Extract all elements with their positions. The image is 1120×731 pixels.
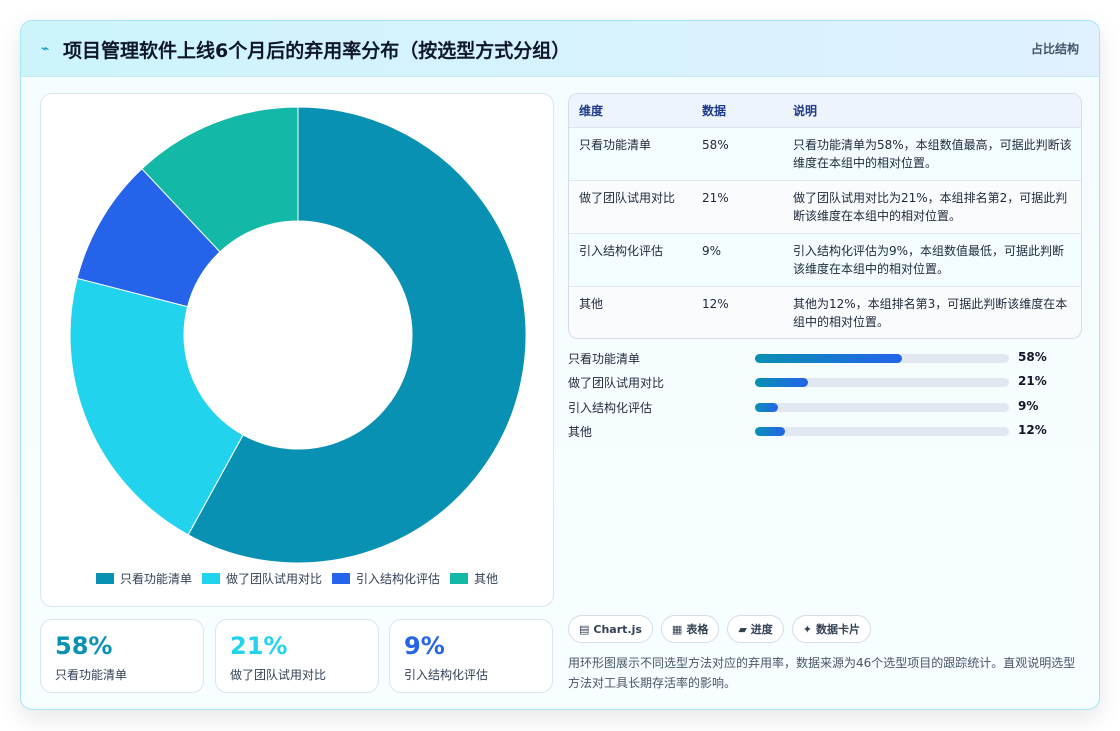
- chip-label: 表格: [686, 623, 709, 636]
- progress-fill-3: [755, 427, 786, 436]
- legend-item-0[interactable]: 只看功能清单: [95, 570, 192, 587]
- progress-row-3: 其他 12%: [568, 421, 1088, 441]
- table-row: 做了团队试用对比 21% 做了团队试用对比为21%，本组排名第2，可据此判断该维…: [569, 181, 1081, 234]
- legend-swatch-3: [450, 572, 469, 584]
- legend-swatch-0: [95, 572, 114, 584]
- progress-label-1: 做了团队试用对比: [568, 376, 665, 390]
- progress-label-3: 其他: [568, 425, 593, 439]
- table-cell-data: 9%: [702, 244, 722, 258]
- donut-chart-panel: 只看功能清单 做了团队试用对比 引入结构化评估 其他: [40, 93, 554, 607]
- table-cell-desc: 做了团队试用对比为21%，本组排名第2，可据此判断该维度在本组中的相对位置。: [793, 191, 1068, 223]
- legend-label-1: 做了团队试用对比: [225, 571, 322, 586]
- stat-label-0: 只看功能清单: [55, 668, 128, 682]
- stat-card-2: 9% 引入结构化评估: [389, 619, 553, 693]
- page-title: 项目管理软件上线6个月后的弃用率分布（按选型方式分组）: [63, 40, 571, 62]
- table-header-desc: 说明: [793, 104, 818, 118]
- progress-value-1: 21%: [1018, 374, 1047, 388]
- table-cell-dim: 只看功能清单: [579, 138, 652, 152]
- progress-fill-1: [755, 378, 809, 387]
- progress-fill-2: [755, 403, 778, 412]
- chip-label: 进度: [750, 623, 773, 636]
- header: ⌁ 项目管理软件上线6个月后的弃用率分布（按选型方式分组） 占比结构: [21, 21, 1099, 77]
- chip-data-card[interactable]: ✦ 数据卡片: [791, 615, 872, 643]
- tech-chips: ▤ Chart.js ▦ 表格 ▰ 进度 ✦ 数据卡片: [568, 615, 872, 643]
- chart-legend: 只看功能清单 做了团队试用对比 引入结构化评估 其他: [41, 568, 553, 588]
- chip-chartjs[interactable]: ▤ Chart.js: [568, 615, 653, 643]
- table-cell-desc: 只看功能清单为58%，本组数值最高，可据此判断该维度在本组中的相对位置。: [793, 138, 1072, 170]
- progress-value-2: 9%: [1018, 399, 1039, 413]
- table-row: 其他 12% 其他为12%，本组排名第3，可据此判断该维度在本组中的相对位置。: [569, 287, 1081, 338]
- chip-label: Chart.js: [593, 622, 642, 636]
- chart-icon: ▤: [579, 622, 590, 636]
- table-cell-dim: 其他: [579, 297, 604, 311]
- legend-label-3: 其他: [474, 571, 499, 586]
- progress-row-2: 引入结构化评估 9%: [568, 397, 1088, 417]
- table-row: 只看功能清单 58% 只看功能清单为58%，本组数值最高，可据此判断该维度在本组…: [569, 128, 1081, 181]
- table-icon: ▦: [671, 622, 683, 636]
- stat-card-1: 21% 做了团队试用对比: [215, 619, 379, 693]
- legend-label-2: 引入结构化评估: [356, 571, 441, 586]
- progress-icon: ▰: [738, 622, 747, 636]
- progress-track-0: [755, 354, 1009, 363]
- table-cell-data: 58%: [702, 138, 729, 152]
- stat-value-2: 9%: [404, 632, 445, 660]
- wave-icon: ⌁: [41, 41, 50, 57]
- progress-value-3: 12%: [1018, 423, 1047, 437]
- progress-row-0: 只看功能清单 58%: [568, 348, 1088, 368]
- header-tag: 占比结构: [1030, 42, 1079, 56]
- dashboard-card: ⌁ 项目管理软件上线6个月后的弃用率分布（按选型方式分组） 占比结构 只看功能清…: [20, 20, 1100, 710]
- legend-item-3[interactable]: 其他: [450, 570, 498, 587]
- table-cell-dim: 引入结构化评估: [579, 244, 664, 258]
- progress-row-1: 做了团队试用对比 21%: [568, 372, 1088, 392]
- progress-label-0: 只看功能清单: [568, 352, 641, 366]
- stat-value-1: 21%: [230, 632, 288, 660]
- legend-item-2[interactable]: 引入结构化评估: [332, 570, 440, 587]
- chart-description: 用环形图展示不同选型方法对应的弃用率，数据来源为46个选型项目的跟踪统计。直观说…: [568, 656, 1076, 690]
- progress-track-3: [755, 427, 1009, 436]
- data-table: 维度 数据 说明 只看功能清单 58% 只看功能清单为58%，本组数值最高，可据…: [568, 93, 1082, 339]
- table-header-data: 数据: [702, 104, 727, 118]
- stat-label-1: 做了团队试用对比: [230, 668, 327, 682]
- progress-track-1: [755, 378, 1009, 387]
- chip-label: 数据卡片: [816, 623, 861, 636]
- progress-value-0: 58%: [1018, 350, 1047, 364]
- progress-track-2: [755, 403, 1009, 412]
- table-cell-dim: 做了团队试用对比: [579, 191, 676, 205]
- progress-fill-0: [755, 354, 903, 363]
- legend-swatch-1: [201, 572, 220, 584]
- chip-progress[interactable]: ▰ 进度: [727, 615, 784, 643]
- donut-chart: [69, 106, 527, 564]
- table-row: 引入结构化评估 9% 引入结构化评估为9%，本组数值最低，可据此判断该维度在本组…: [569, 234, 1081, 287]
- progress-label-2: 引入结构化评估: [568, 401, 653, 415]
- table-cell-desc: 其他为12%，本组排名第3，可据此判断该维度在本组中的相对位置。: [793, 297, 1068, 329]
- table-cell-data: 21%: [702, 191, 729, 205]
- sparkle-icon: ✦: [802, 622, 813, 636]
- stat-value-0: 58%: [55, 632, 113, 660]
- stat-card-0: 58% 只看功能清单: [40, 619, 204, 693]
- table-cell-data: 12%: [702, 297, 729, 311]
- chip-table[interactable]: ▦ 表格: [660, 615, 720, 643]
- legend-swatch-2: [332, 572, 350, 584]
- table-header: 维度 数据 说明: [569, 94, 1081, 128]
- table-cell-desc: 引入结构化评估为9%，本组数值最低，可据此判断该维度在本组中的相对位置。: [793, 244, 1065, 276]
- table-header-dim: 维度: [579, 104, 604, 118]
- stat-label-2: 引入结构化评估: [404, 668, 489, 682]
- legend-item-1[interactable]: 做了团队试用对比: [201, 570, 322, 587]
- legend-label-0: 只看功能清单: [119, 571, 192, 586]
